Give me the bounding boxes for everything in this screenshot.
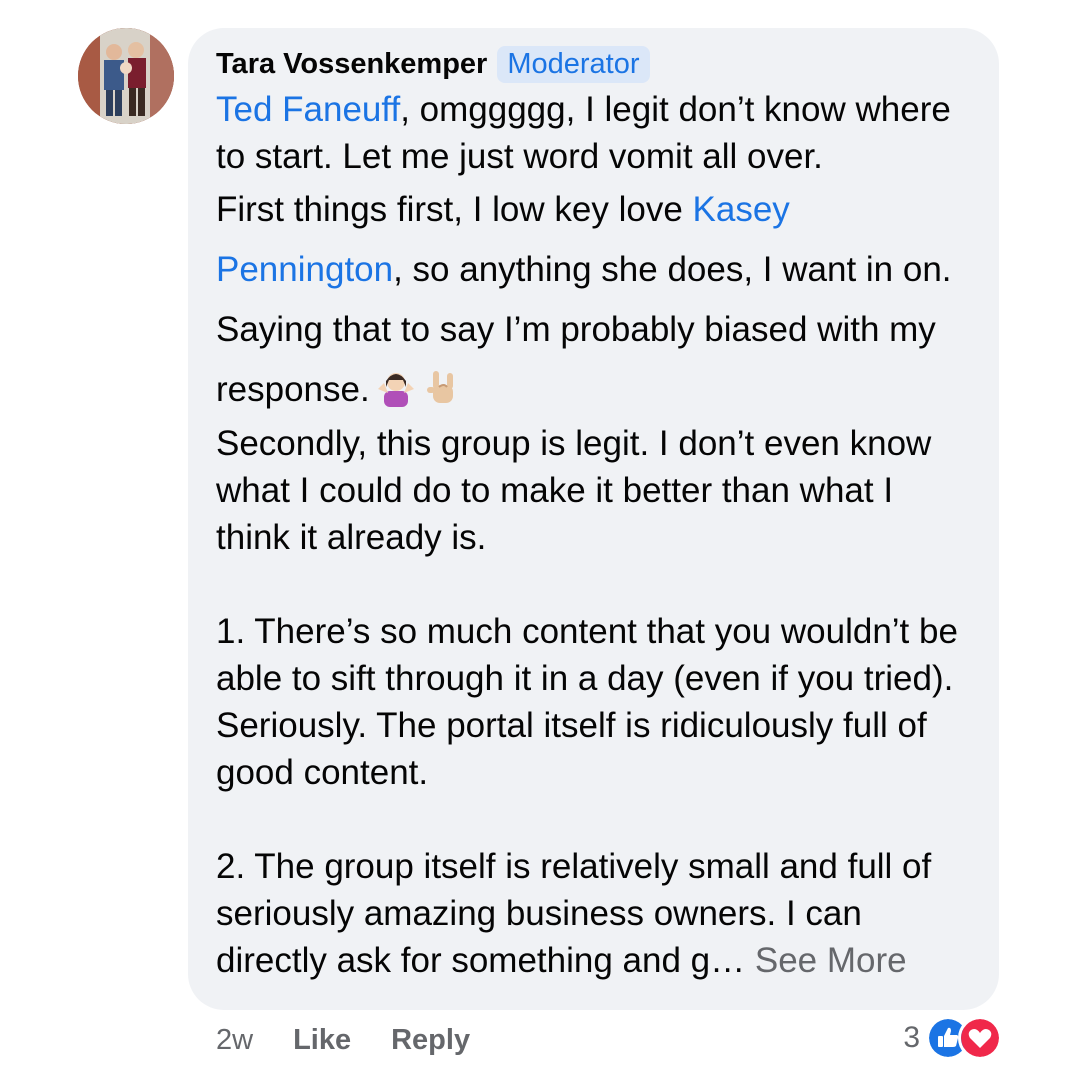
author-name[interactable]: Tara Vossenkemper	[216, 48, 487, 81]
comment-timestamp[interactable]: 2w	[216, 1024, 253, 1057]
comment-bubble: Tara Vossenkemper Moderator Ted Faneuff,…	[188, 28, 999, 1010]
sign-of-the-horns-emoji	[426, 371, 453, 403]
comment-first-pre: First things first, I low key love	[216, 190, 693, 229]
comment-actions: 2w Like Reply	[216, 1018, 470, 1062]
moderator-badge: Moderator	[497, 45, 650, 83]
comment-point-1: 1. There’s so much content that you woul…	[216, 612, 958, 792]
reaction-icons	[926, 1016, 1002, 1060]
comment-paragraph-second: Secondly, this group is legit. I don’t e…	[216, 424, 932, 557]
reply-button[interactable]: Reply	[391, 1024, 470, 1057]
reaction-summary[interactable]: 3	[903, 1016, 1002, 1060]
comment-paragraph-intro: Ted Faneuff, omggggg, I legit don’t know…	[216, 86, 971, 180]
reaction-count: 3	[903, 1021, 920, 1054]
comment-header: Tara Vossenkemper Moderator	[216, 42, 971, 86]
comment-point-2: 2. The group itself is relatively small …	[216, 843, 971, 984]
comment-paragraph-first: First things first, I low key love Kasey…	[216, 180, 971, 420]
like-button[interactable]: Like	[293, 1024, 351, 1057]
see-more-link[interactable]: See More	[755, 941, 907, 980]
comment-text: Ted Faneuff, omggggg, I legit don’t know…	[216, 86, 971, 984]
mention-link[interactable]: Ted Faneuff	[216, 90, 400, 129]
author-avatar[interactable]	[78, 28, 174, 124]
person-shrugging-emoji	[377, 373, 414, 407]
love-reaction-icon	[958, 1016, 1002, 1060]
